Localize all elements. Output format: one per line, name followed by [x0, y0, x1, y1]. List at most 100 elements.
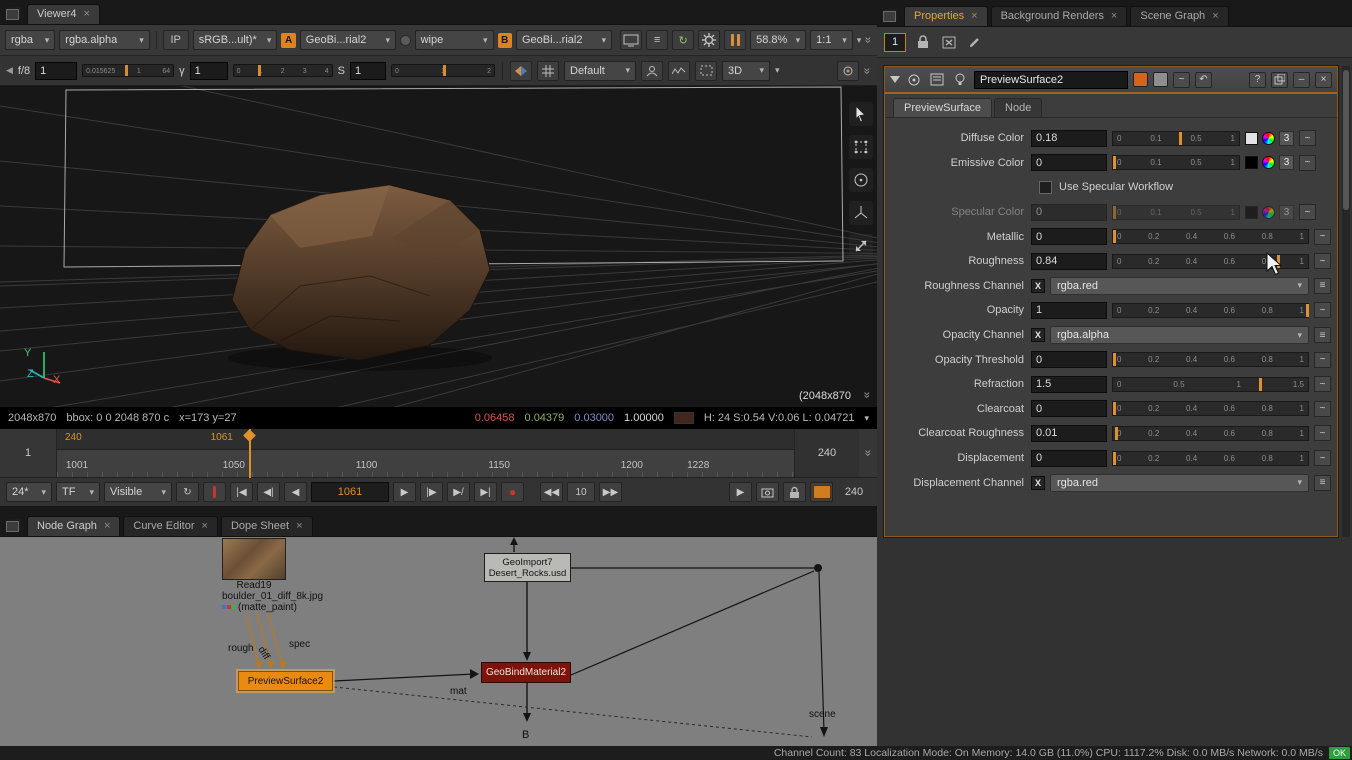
input-process-toggle[interactable]: IP — [163, 30, 189, 50]
revert-button[interactable]: ↶ — [1195, 72, 1212, 88]
close-icon[interactable]: × — [1212, 10, 1218, 22]
scrollbar-thumb[interactable] — [1343, 70, 1349, 210]
node-help-book-icon[interactable] — [928, 71, 946, 89]
diffuse-color-swatch[interactable] — [1245, 132, 1258, 145]
emissive-color-swatch[interactable] — [1245, 156, 1258, 169]
displacement-slider[interactable]: 00.20.40.60.81 — [1112, 451, 1309, 466]
animation-menu-button[interactable]: ~ — [1299, 130, 1316, 146]
translate-icon[interactable] — [849, 135, 873, 159]
wipe-handle-icon[interactable] — [400, 35, 411, 46]
close-icon[interactable]: × — [1111, 10, 1117, 22]
chevron-down-icon[interactable]: ▾ — [775, 65, 780, 76]
animation-menu-button[interactable]: ~ — [1314, 253, 1331, 269]
animation-menu-button[interactable]: ~ — [1314, 302, 1331, 318]
close-icon[interactable]: × — [296, 520, 302, 532]
close-icon[interactable]: × — [84, 8, 90, 20]
lock-icon[interactable] — [783, 482, 806, 502]
rotate-icon[interactable] — [849, 168, 873, 192]
tab-node[interactable]: Node — [994, 98, 1042, 117]
roi-marquee-icon[interactable] — [695, 61, 717, 81]
clearcoat-roughness-input[interactable] — [1031, 425, 1107, 442]
animation-menu-button[interactable]: ~ — [1314, 401, 1331, 417]
diffuse-color-input[interactable] — [1031, 130, 1107, 147]
roughness-input[interactable] — [1031, 253, 1107, 270]
help-button[interactable]: ? — [1249, 72, 1266, 88]
layer-dropdown[interactable]: rgba▾ — [5, 30, 55, 50]
close-icon[interactable]: × — [202, 520, 208, 532]
jump-back-button[interactable]: ◀◀ — [540, 482, 563, 502]
frame-step-field[interactable]: 10 — [567, 482, 595, 502]
animation-menu-button[interactable]: ~ — [1299, 155, 1316, 171]
timeline-ruler[interactable]: 240 1061 1001 1050 1100 1150 1200 1228 — [56, 429, 795, 477]
clear-panels-icon[interactable] — [940, 33, 958, 51]
emissive-color-input[interactable] — [1031, 154, 1107, 171]
color-wheel-icon[interactable] — [1262, 132, 1275, 145]
collapse-triangle-icon[interactable] — [890, 76, 900, 83]
gain-input[interactable] — [35, 62, 77, 80]
fps-dropdown[interactable]: 24*▾ — [6, 482, 52, 502]
go-to-end-button[interactable]: ▶| — [474, 482, 497, 502]
flipbook-icon[interactable] — [810, 482, 833, 502]
metallic-slider[interactable]: 00.20.40.60.81 — [1112, 229, 1309, 244]
panel-stack-icon[interactable] — [6, 9, 19, 20]
close-icon[interactable]: × — [971, 10, 977, 22]
occlusion-icon[interactable] — [641, 61, 663, 81]
capture-icon[interactable] — [756, 482, 779, 502]
roughness-channel-checkbox[interactable]: X — [1031, 279, 1045, 293]
input-b-badge[interactable]: B — [498, 33, 512, 48]
viewer-3d-viewport[interactable]: Y Z X (2048x870 » — [0, 86, 877, 407]
panel-color-swatch[interactable] — [1153, 72, 1168, 87]
diffuse-color-slider[interactable]: 00.10.51 — [1112, 131, 1240, 146]
play-button[interactable]: ▶ — [393, 482, 416, 502]
fstop-label[interactable]: f/8 — [18, 65, 30, 77]
next-keyframe-button[interactable]: |▶ — [420, 482, 443, 502]
collapse-chevrons-icon[interactable]: » — [864, 37, 874, 44]
displacement-channel-checkbox[interactable]: X — [1031, 476, 1045, 490]
channel-menu-button[interactable]: ≡ — [1314, 475, 1331, 491]
collapse-left-icon[interactable]: ◀ — [6, 65, 13, 76]
lock-icon[interactable] — [914, 33, 932, 51]
displacement-channel-dropdown[interactable]: rgba.red▾ — [1050, 474, 1309, 492]
pause-icon[interactable] — [724, 30, 746, 50]
collapse-chevrons-icon[interactable]: » — [863, 450, 873, 457]
float-panel-icon[interactable] — [1271, 72, 1288, 88]
animation-menu-button[interactable]: ~ — [1314, 352, 1331, 368]
color-sample-icon[interactable] — [837, 61, 859, 81]
node-graph-canvas[interactable]: B scene mat rough spec diff — [0, 537, 877, 746]
roughness-channel-dropdown[interactable]: rgba.red▾ — [1050, 277, 1309, 295]
node-geobindmaterial2[interactable]: GeoBindMaterial2 — [481, 662, 571, 683]
tab-previewsurface[interactable]: PreviewSurface — [893, 98, 992, 117]
refraction-input[interactable] — [1031, 376, 1107, 393]
lightbulb-icon[interactable] — [951, 71, 969, 89]
input-a-badge[interactable]: A — [281, 33, 295, 48]
input-a-dropdown[interactable]: GeoBi...rial2▾ — [300, 30, 396, 50]
range-lock-icon[interactable] — [203, 482, 226, 502]
max-panels-field[interactable]: 1 — [884, 33, 906, 52]
tab-viewer4[interactable]: Viewer4 × — [27, 4, 100, 24]
node-name-field[interactable] — [974, 71, 1128, 89]
animation-menu-button[interactable]: ~ — [1314, 376, 1331, 392]
animation-menu-button[interactable]: ~ — [1314, 229, 1331, 245]
animation-menu-button[interactable]: ~ — [1314, 425, 1331, 441]
viewer-process-dropdown[interactable]: sRGB...ult)*▾ — [193, 30, 278, 50]
render-play-icon[interactable]: ▶ — [729, 482, 752, 502]
panel-stack-icon[interactable] — [6, 521, 19, 532]
collapse-chevrons-icon[interactable]: » — [863, 67, 873, 74]
chevron-down-icon[interactable]: ▾ — [864, 413, 869, 424]
clearcoat-input[interactable] — [1031, 400, 1107, 417]
view-mode-dropdown[interactable]: 3D▾ — [722, 61, 770, 81]
timeline-range-row[interactable]: 240 1061 — [57, 429, 794, 450]
opacity-channel-checkbox[interactable]: X — [1031, 328, 1045, 342]
current-frame-field[interactable]: 1061 — [311, 482, 389, 502]
clearcoat-slider[interactable]: 00.20.40.60.81 — [1112, 401, 1309, 416]
opacity-channel-dropdown[interactable]: rgba.alpha▾ — [1050, 326, 1309, 344]
axis-gizmo-icon[interactable] — [849, 201, 873, 225]
gamma-lut-dropdown[interactable]: Default▾ — [564, 61, 636, 81]
update-sync-icon[interactable]: ↻ — [672, 30, 694, 50]
properties-scrollbar[interactable] — [1342, 66, 1350, 537]
channel-menu-button[interactable]: ≡ — [1314, 327, 1331, 343]
timeline-in-point-label[interactable]: 240 — [65, 432, 82, 443]
visibility-dropdown[interactable]: Visible▾ — [104, 482, 172, 502]
record-icon[interactable]: ● — [501, 482, 524, 502]
select-cursor-icon[interactable] — [849, 102, 873, 126]
